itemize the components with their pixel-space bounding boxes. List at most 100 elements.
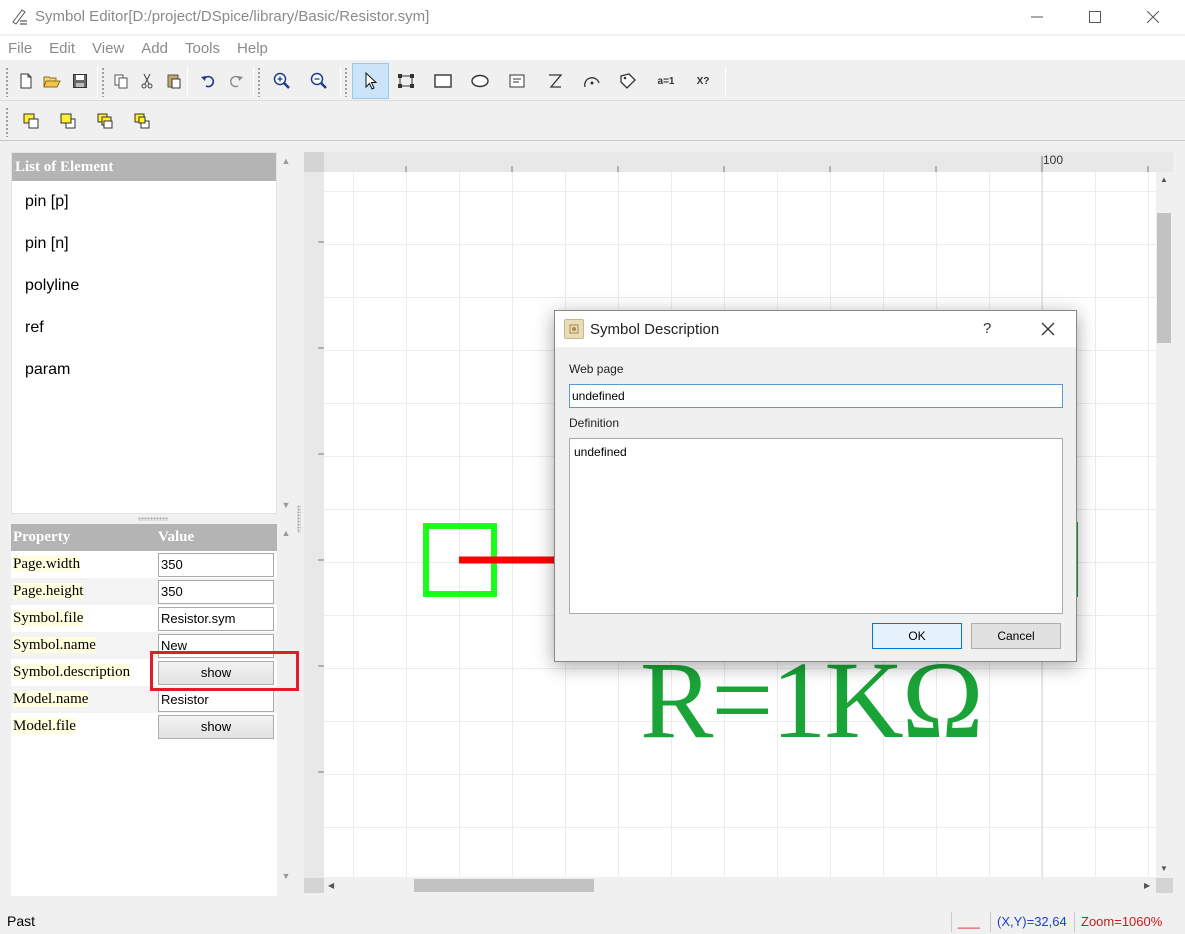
menu-tools[interactable]: Tools xyxy=(185,36,220,60)
paste-button[interactable] xyxy=(157,64,191,98)
scroll-up-icon[interactable]: ▲ xyxy=(279,528,293,538)
value-column-header: Value xyxy=(158,529,195,545)
scroll-left-icon[interactable]: ◀ xyxy=(328,881,334,890)
send-backward-button[interactable] xyxy=(125,104,159,138)
close-icon xyxy=(1147,11,1159,23)
toolbar-separator xyxy=(253,67,254,97)
definition-textarea[interactable]: undefined xyxy=(569,438,1063,614)
pin-tool-icon xyxy=(398,74,414,88)
select-tool-button[interactable] xyxy=(352,63,389,99)
web-page-input[interactable]: undefined xyxy=(569,384,1063,408)
menu-file[interactable]: File xyxy=(8,36,32,60)
list-item[interactable]: polyline xyxy=(12,265,276,307)
list-item[interactable]: pin [p] xyxy=(12,181,276,223)
save-button[interactable] xyxy=(63,64,97,98)
toolbar-grip[interactable] xyxy=(344,67,348,97)
toolbar-grip[interactable] xyxy=(5,107,9,137)
open-folder-icon xyxy=(43,76,61,88)
scroll-up-icon[interactable]: ▲ xyxy=(1160,175,1168,184)
cancel-button[interactable]: Cancel xyxy=(971,623,1061,649)
line-style-indicator: ___ xyxy=(951,912,988,932)
property-column-header: Property xyxy=(13,529,71,545)
tag-icon xyxy=(620,73,636,89)
vertical-ruler xyxy=(304,172,324,878)
list-item[interactable]: param xyxy=(12,349,276,391)
main-toolbar: a=1 X? xyxy=(0,61,1185,101)
ellipse-icon xyxy=(471,74,489,88)
toolbar-separator xyxy=(187,67,188,97)
minimize-icon xyxy=(1031,16,1043,18)
model-file-show-button[interactable]: show xyxy=(158,714,274,739)
param-tool-button[interactable]: a=1 xyxy=(649,64,683,98)
scroll-up-icon[interactable]: ▲ xyxy=(279,156,293,166)
close-button[interactable] xyxy=(1124,0,1182,34)
zoom-in-button[interactable] xyxy=(265,64,299,98)
zoom-out-button[interactable] xyxy=(302,64,336,98)
send-backward-icon xyxy=(134,113,150,129)
arc-icon xyxy=(584,77,600,88)
panel-splitter[interactable] xyxy=(138,517,168,521)
scroll-down-icon[interactable]: ▼ xyxy=(279,871,293,881)
menu-help[interactable]: Help xyxy=(237,36,268,60)
pin-tool-button[interactable] xyxy=(389,64,423,98)
bring-to-front-button[interactable] xyxy=(14,104,48,138)
ellipse-tool-button[interactable] xyxy=(463,64,497,98)
zoom-out-icon xyxy=(310,72,327,89)
scroll-down-icon[interactable]: ▼ xyxy=(1160,864,1168,873)
property-name: Model.file xyxy=(13,718,76,734)
page-height-field[interactable]: 350 xyxy=(158,579,274,604)
menu-bar: File Edit View Add Tools Help xyxy=(0,36,1185,60)
text-box-icon xyxy=(509,74,525,88)
label-tool-button[interactable] xyxy=(611,64,645,98)
scissors-icon xyxy=(141,73,153,89)
undo-icon xyxy=(201,75,215,88)
menu-add[interactable]: Add xyxy=(141,36,168,60)
property-row-model-file: Model.file show xyxy=(11,713,277,740)
maximize-icon xyxy=(1089,11,1101,23)
zoom-level: Zoom=1060% xyxy=(1074,912,1169,932)
horizontal-scroll-thumb[interactable] xyxy=(414,879,594,892)
symbol-file-field[interactable]: Resistor.sym xyxy=(158,606,274,631)
maximize-button[interactable] xyxy=(1066,0,1124,34)
dialog-close-icon[interactable] xyxy=(1038,319,1058,339)
element-list: pin [p] pin [n] polyline ref param xyxy=(12,181,276,391)
dialog-app-icon xyxy=(564,319,584,339)
zoom-in-icon xyxy=(273,72,290,89)
arc-tool-button[interactable] xyxy=(575,64,609,98)
horizontal-scrollbar[interactable]: ◀ ▶ xyxy=(324,877,1156,894)
property-name: Page.height xyxy=(13,583,84,599)
rectangle-tool-button[interactable] xyxy=(426,64,460,98)
page-width-field[interactable]: 350 xyxy=(158,552,274,577)
save-icon xyxy=(73,74,87,88)
menu-edit[interactable]: Edit xyxy=(49,36,75,60)
property-name: Model.name xyxy=(13,691,89,707)
polyline-icon xyxy=(549,74,563,88)
symbol-description-dialog: Symbol Description ? Web page undefined … xyxy=(554,310,1077,662)
polyline-tool-button[interactable] xyxy=(538,64,572,98)
help-button[interactable]: ? xyxy=(983,320,991,337)
ruler-ticks xyxy=(318,241,324,773)
menu-view[interactable]: View xyxy=(92,36,124,60)
redo-button[interactable] xyxy=(219,64,253,98)
model-name-field[interactable]: Resistor xyxy=(158,687,274,712)
ref-tool-button[interactable]: X? xyxy=(686,64,720,98)
minimize-button[interactable] xyxy=(1008,0,1066,34)
property-header: Property Value xyxy=(11,524,277,551)
list-item[interactable]: ref xyxy=(12,307,276,349)
property-name: Symbol.description xyxy=(13,664,131,680)
list-item[interactable]: pin [n] xyxy=(12,223,276,265)
title-bar: Symbol Editor[D:/project/DSpice/library/… xyxy=(0,0,1185,34)
scroll-right-icon[interactable]: ▶ xyxy=(1144,881,1150,890)
dock-splitter[interactable] xyxy=(297,505,301,533)
send-to-back-button[interactable] xyxy=(51,104,85,138)
scroll-down-icon[interactable]: ▼ xyxy=(279,500,293,510)
ok-button[interactable]: OK xyxy=(872,623,962,649)
property-panel: Property Value Page.width 350 Page.heigh… xyxy=(11,524,277,896)
property-row-page-height: Page.height 350 xyxy=(11,578,277,605)
vertical-scroll-thumb[interactable] xyxy=(1157,213,1171,343)
vertical-scrollbar[interactable]: ▲ ▼ xyxy=(1156,172,1173,878)
toolbar-separator xyxy=(340,67,341,97)
toolbar-grip[interactable] xyxy=(257,67,261,97)
text-box-tool-button[interactable] xyxy=(500,64,534,98)
bring-forward-button[interactable] xyxy=(88,104,122,138)
